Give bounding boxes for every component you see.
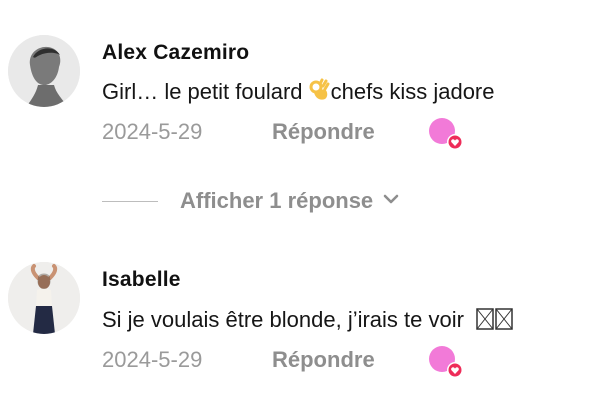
ok-hand-icon	[309, 78, 331, 108]
show-replies-label: Afficher 1 réponse	[180, 188, 374, 213]
avatar[interactable]	[8, 35, 80, 107]
chevron-down-icon	[383, 192, 399, 210]
divider-line	[102, 200, 158, 202]
comment-author[interactable]: Isabelle	[102, 268, 181, 292]
comment-text-content: Si je voulais être blonde, j’irais te vo…	[102, 307, 464, 332]
like-button[interactable]	[428, 345, 466, 379]
comment-author[interactable]: Alex Cazemiro	[102, 41, 249, 65]
avatar[interactable]	[8, 262, 80, 334]
avatar-woman-photo	[8, 262, 80, 334]
reply-button[interactable]: Répondre	[272, 119, 375, 145]
comment-date: 2024-5-29	[102, 119, 203, 144]
missing-glyph-icon	[476, 308, 514, 336]
like-button[interactable]	[428, 117, 466, 151]
comment-text-after: chefs kiss jadore	[330, 79, 495, 104]
avatar-man-portrait	[8, 35, 80, 107]
reply-button[interactable]: Répondre	[272, 347, 375, 373]
comment-text-before: Girl… le petit foulard	[102, 79, 309, 104]
show-replies-toggle[interactable]: Afficher 1 réponse	[102, 186, 399, 216]
comment-text: Girl… le petit foulard chefs kiss jadore	[102, 78, 495, 108]
comment-date: 2024-5-29	[102, 347, 203, 372]
comment-text: Si je voulais être blonde, j’irais te vo…	[102, 307, 514, 336]
heart-badge-icon	[429, 118, 463, 150]
heart-badge-icon	[429, 346, 463, 378]
